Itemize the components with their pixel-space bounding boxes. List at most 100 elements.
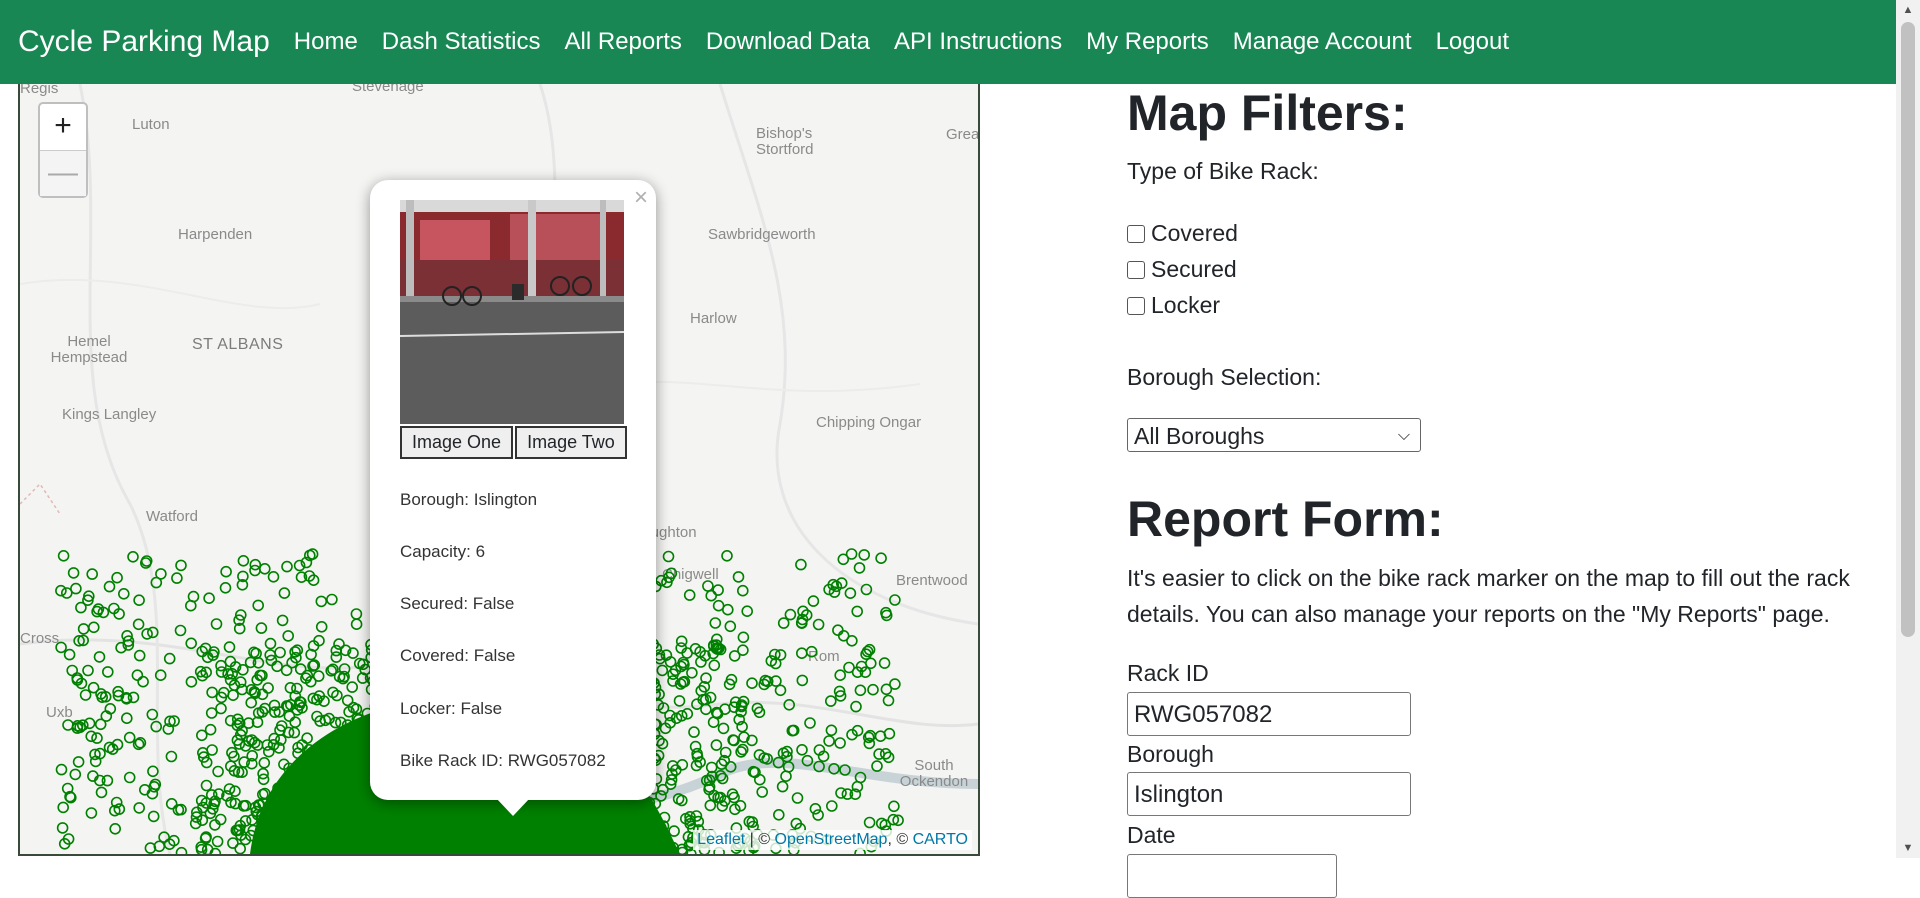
bike-rack-marker[interactable] (746, 677, 758, 690)
bike-rack-marker[interactable] (185, 675, 198, 688)
bike-rack-marker[interactable] (171, 572, 183, 584)
bike-rack-marker[interactable] (223, 641, 236, 653)
bike-rack-marker[interactable] (732, 571, 745, 583)
bike-rack-marker[interactable] (844, 587, 857, 600)
nav-my-reports[interactable]: My Reports (1086, 28, 1209, 56)
bike-rack-marker[interactable] (825, 724, 838, 737)
leaflet-link[interactable]: Leaflet (697, 831, 745, 848)
bike-rack-marker[interactable] (812, 809, 824, 821)
bike-rack-marker[interactable] (69, 768, 82, 781)
nav-dash-statistics[interactable]: Dash Statistics (382, 28, 541, 56)
scroll-down-arrow-icon[interactable]: ▼ (1896, 838, 1920, 858)
bike-rack-marker[interactable] (330, 651, 343, 663)
bike-rack-marker[interactable] (801, 754, 814, 767)
bike-rack-marker[interactable] (796, 674, 809, 687)
bike-rack-marker[interactable] (791, 792, 804, 804)
zoom-in-button[interactable]: + (40, 104, 86, 150)
bike-rack-marker[interactable] (676, 758, 689, 771)
bike-rack-marker[interactable] (137, 675, 149, 688)
bike-rack-marker[interactable] (245, 696, 257, 709)
bike-rack-marker[interactable] (146, 708, 159, 721)
bike-rack-marker[interactable] (79, 689, 92, 701)
bike-rack-marker[interactable] (717, 722, 730, 735)
bike-rack-marker[interactable] (704, 799, 717, 812)
bike-rack-marker[interactable] (102, 666, 114, 678)
bike-rack-marker[interactable] (656, 664, 669, 677)
bike-rack-marker[interactable] (123, 731, 136, 744)
bike-rack-marker[interactable] (158, 831, 170, 844)
bike-rack-marker[interactable] (805, 645, 818, 658)
bike-rack-marker[interactable] (780, 770, 792, 783)
bike-rack-marker[interactable] (210, 618, 223, 630)
bike-rack-marker[interactable] (282, 630, 295, 642)
bike-rack-marker[interactable] (675, 794, 688, 807)
bike-rack-marker[interactable] (249, 558, 262, 571)
bike-rack-marker[interactable] (741, 605, 754, 618)
filter-covered[interactable]: Covered (1127, 220, 1238, 247)
bike-rack-marker[interactable] (121, 712, 133, 725)
bike-rack-marker[interactable] (882, 694, 895, 707)
bike-rack-marker[interactable] (274, 646, 286, 659)
bike-rack-marker[interactable] (863, 816, 876, 829)
bike-rack-marker[interactable] (187, 590, 200, 603)
bike-rack-marker[interactable] (133, 802, 145, 814)
bike-rack-marker[interactable] (795, 647, 808, 660)
popup-close-icon[interactable]: × (634, 184, 648, 212)
bike-rack-marker[interactable] (825, 800, 838, 812)
bike-rack-marker[interactable] (850, 700, 862, 713)
bike-rack-marker[interactable] (854, 771, 867, 784)
bike-rack-marker[interactable] (163, 652, 176, 665)
bike-rack-marker[interactable] (55, 763, 68, 776)
bike-rack-marker[interactable] (874, 730, 887, 743)
bike-rack-marker[interactable] (271, 660, 283, 673)
bike-rack-marker[interactable] (82, 664, 94, 677)
bike-rack-marker[interactable] (813, 760, 825, 773)
rack-id-input[interactable]: RWG057082 (1127, 692, 1411, 736)
bike-rack-marker[interactable] (220, 565, 232, 578)
bike-rack-marker[interactable] (832, 624, 844, 637)
bike-rack-marker[interactable] (75, 601, 87, 614)
bike-rack-marker[interactable] (774, 684, 787, 697)
zoom-out-button[interactable]: — (40, 150, 86, 196)
bike-rack-marker[interactable] (278, 587, 291, 599)
bike-rack-marker[interactable] (854, 684, 867, 697)
bike-rack-marker[interactable] (875, 552, 887, 565)
bike-rack-marker[interactable] (236, 683, 248, 696)
bike-rack-marker[interactable] (147, 810, 160, 823)
bike-rack-marker[interactable] (710, 739, 723, 751)
bike-rack-marker[interactable] (56, 822, 69, 834)
bike-rack-marker[interactable] (150, 720, 162, 733)
bike-rack-marker[interactable] (702, 580, 714, 592)
bike-rack-marker[interactable] (155, 568, 167, 580)
bike-rack-marker[interactable] (132, 618, 145, 631)
bike-rack-marker[interactable] (875, 817, 888, 830)
bike-rack-marker[interactable] (888, 800, 900, 813)
bike-rack-marker[interactable] (147, 765, 159, 778)
bike-rack-marker[interactable] (264, 637, 277, 650)
bike-rack-marker[interactable] (795, 558, 807, 571)
bike-rack-marker[interactable] (118, 587, 130, 600)
bike-rack-marker[interactable] (165, 750, 178, 763)
bike-rack-marker[interactable] (86, 568, 98, 580)
nav-logout[interactable]: Logout (1436, 28, 1509, 56)
bike-rack-marker[interactable] (782, 761, 795, 773)
bike-rack-marker[interactable] (91, 732, 103, 744)
bike-rack-marker[interactable] (689, 740, 702, 753)
bike-rack-marker[interactable] (93, 651, 106, 663)
bike-rack-marker[interactable] (776, 780, 789, 793)
bike-rack-marker[interactable] (712, 584, 724, 596)
bike-rack-marker[interactable] (705, 589, 718, 602)
locker-checkbox[interactable] (1127, 296, 1145, 315)
bike-rack-marker[interactable] (804, 717, 816, 729)
bike-rack-marker[interactable] (783, 698, 796, 711)
bike-rack-marker[interactable] (227, 689, 239, 702)
filter-secured[interactable]: Secured (1127, 256, 1237, 283)
covered-checkbox[interactable] (1127, 224, 1145, 243)
bike-rack-marker[interactable] (259, 562, 271, 575)
bike-rack-marker[interactable] (315, 595, 328, 608)
bike-rack-marker[interactable] (123, 771, 136, 784)
date-input[interactable] (1127, 854, 1337, 898)
bike-rack-marker[interactable] (346, 681, 359, 693)
brand[interactable]: Cycle Parking Map (18, 25, 270, 59)
bike-rack-marker[interactable] (736, 584, 749, 597)
